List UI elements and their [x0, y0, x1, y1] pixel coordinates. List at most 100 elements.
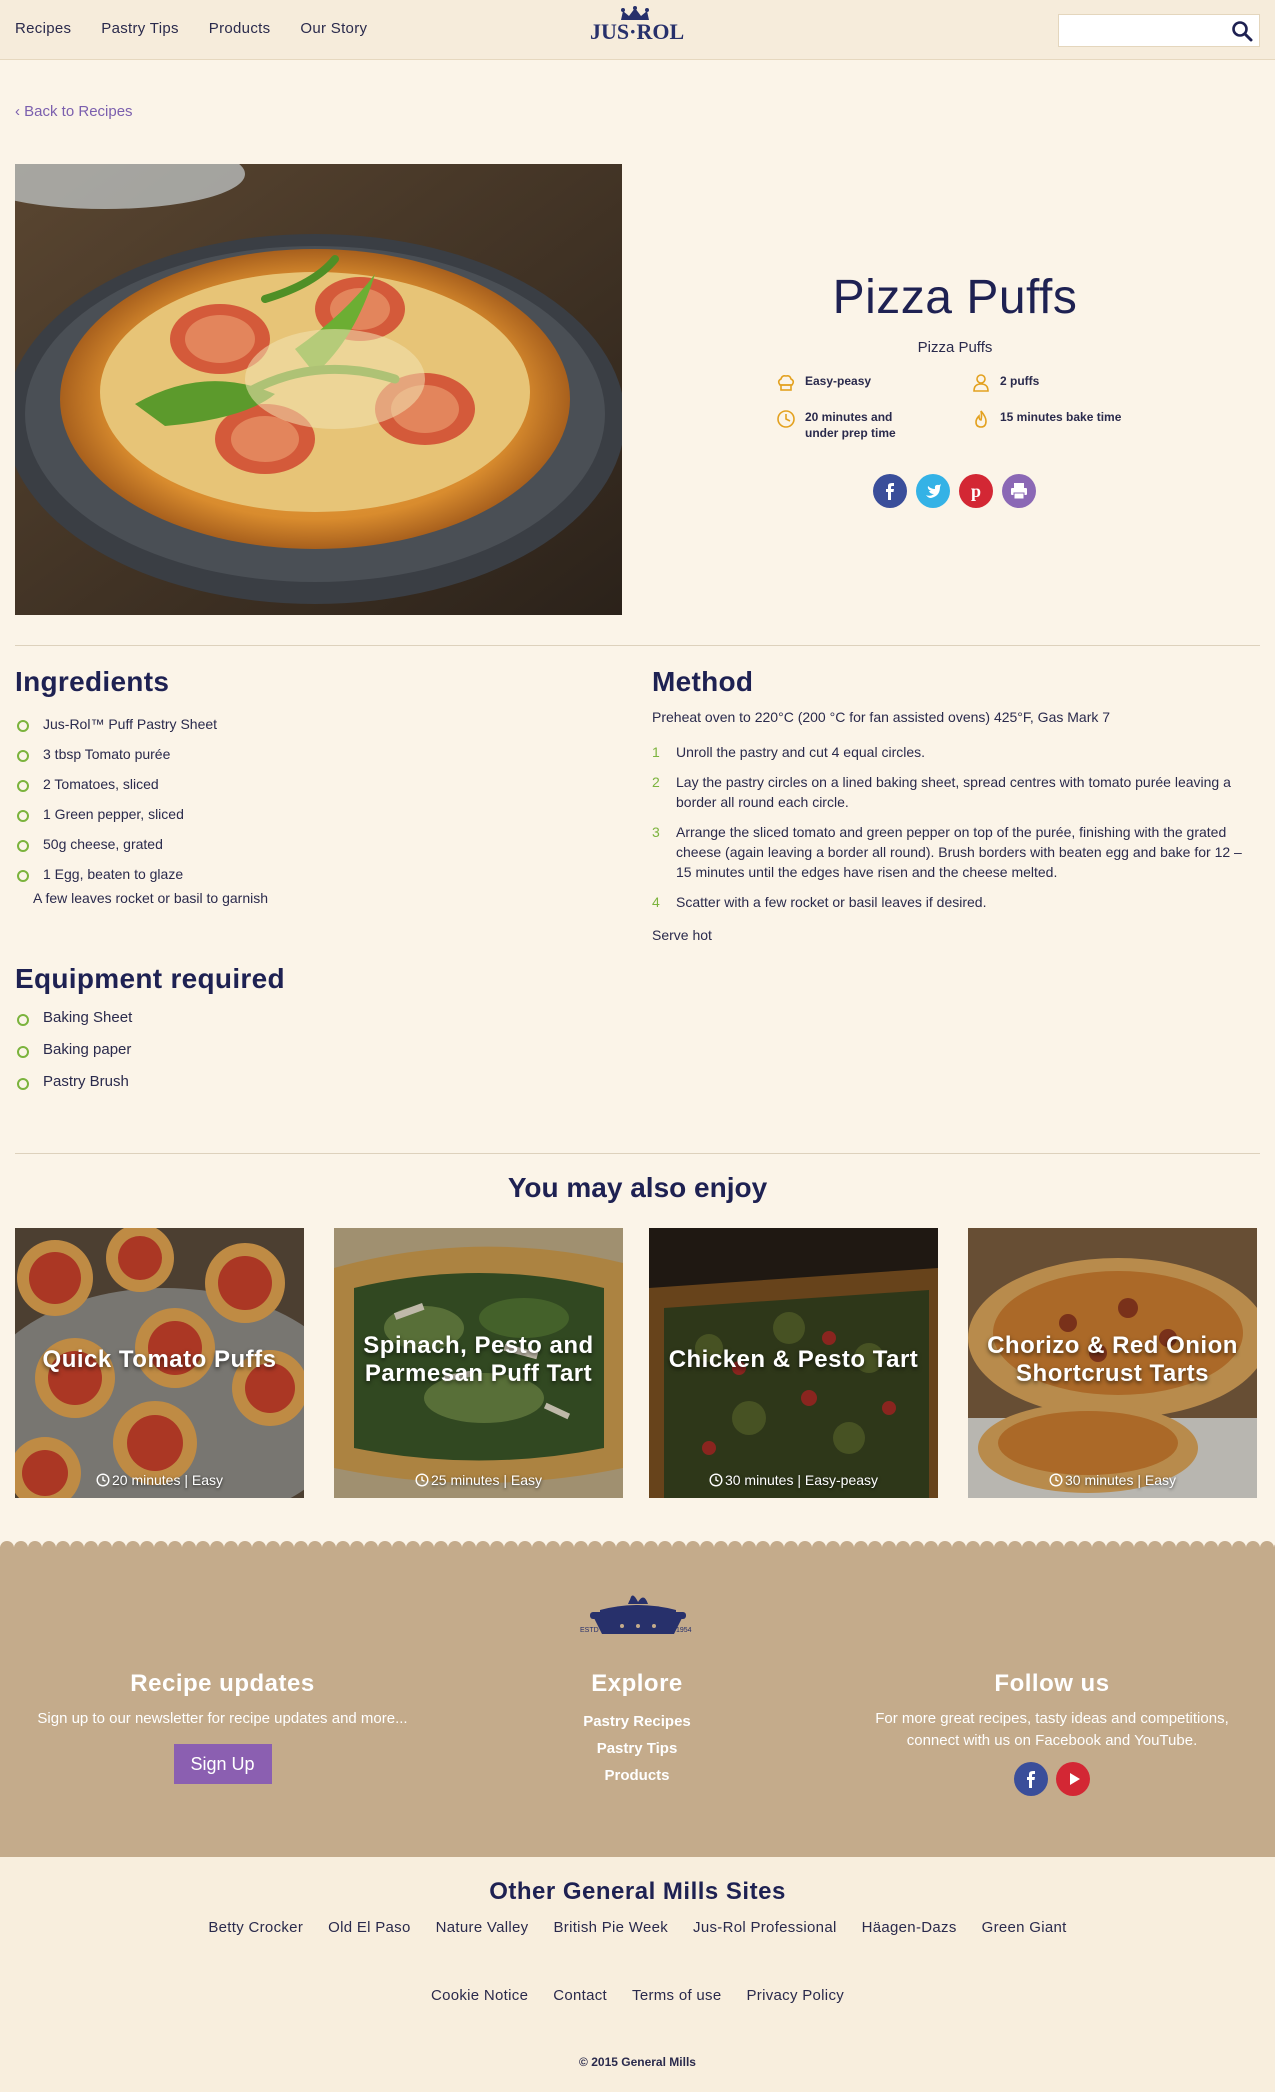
recipe-title: Pizza Puffs — [832, 271, 1078, 324]
footer-link-pastry-tips[interactable]: Pastry Tips — [537, 1735, 737, 1762]
recipe-updates-text: Sign up to our newsletter for recipe upd… — [37, 1710, 408, 1727]
related-card-chicken-pesto-tart[interactable]: Chicken & Pesto Tart 30 minutes | Easy-p… — [649, 1228, 938, 1498]
follow-us-text: For more great recipes, tasty ideas and … — [875, 1710, 1229, 1749]
nav-products[interactable]: Products — [209, 20, 271, 37]
method-heading: Method — [652, 666, 754, 697]
step-text: Scatter with a few rocket or basil leave… — [676, 894, 987, 910]
pie-dish-logo: ESTD 1954 — [580, 1595, 692, 1634]
legal-links: Cookie Notice Contact Terms of use Priva… — [0, 1987, 1275, 2004]
nav-our-story[interactable]: Our Story — [300, 20, 367, 37]
ingredients-heading: Ingredients — [15, 666, 170, 697]
search-input[interactable] — [1059, 15, 1219, 46]
step-text: Unroll the pastry and cut 4 equal circle… — [676, 744, 926, 760]
flame-icon — [975, 410, 987, 428]
card-meta: 30 minutes | Easy — [968, 1472, 1257, 1488]
related-heading: You may also enjoy — [507, 1172, 768, 1203]
youtube-icon[interactable] — [1056, 1762, 1090, 1796]
gm-link-betty-crocker[interactable]: Betty Crocker — [208, 1919, 303, 1936]
copyright: © 2015 General Mills — [579, 2055, 696, 2069]
nav-recipes[interactable]: Recipes — [15, 20, 71, 37]
method-step: 3 Arrange the sliced tomato and green pep… — [652, 822, 1257, 882]
sign-up-button[interactable]: Sign Up — [173, 1744, 272, 1784]
ingredient-item: 50g cheese, grated — [15, 829, 615, 859]
follow-us-heading: Follow us — [994, 1670, 1110, 1697]
equipment-heading: Equipment required — [15, 963, 285, 994]
section-divider — [15, 1153, 1260, 1154]
general-mills-links: Betty Crocker Old El Paso Nature Valley … — [0, 1919, 1275, 1936]
serves-meta: 2 puffs — [971, 373, 1110, 393]
card-meta: 30 minutes | Easy-peasy — [649, 1472, 938, 1488]
recipe-title-block: Pizza Puffs Pizza Puffs — [730, 270, 1180, 356]
logo-estd: ESTD — [580, 1627, 599, 1634]
card-meta: 25 minutes | Easy — [334, 1472, 623, 1488]
ingredient-item: Jus-Rol™ Puff Pastry Sheet — [15, 709, 615, 739]
footer-link-pastry-recipes[interactable]: Pastry Recipes — [537, 1708, 737, 1735]
nav-pastry-tips[interactable]: Pastry Tips — [101, 20, 179, 37]
clock-icon — [709, 1473, 723, 1487]
card-meta: 20 minutes | Easy — [15, 1472, 304, 1488]
site-header: Recipes Pastry Tips Products Our Story J… — [0, 0, 1275, 60]
related-recipes: Quick Tomato Puffs 20 minutes | Easy Spi… — [15, 1228, 1260, 1498]
card-title: Quick Tomato Puffs — [42, 1346, 277, 1373]
facebook-icon[interactable] — [1014, 1762, 1048, 1796]
method-step: 1 Unroll the pastry and cut 4 equal circl… — [652, 742, 1257, 762]
gm-link-nature-valley[interactable]: Nature Valley — [436, 1919, 529, 1936]
gm-link-haagen-dazs[interactable]: Häagen-Dazs — [862, 1919, 957, 1936]
chef-hat-icon — [777, 375, 795, 391]
facebook-icon[interactable] — [873, 474, 907, 508]
step-text: Arrange the sliced tomato and green pepp… — [676, 824, 1242, 880]
explore-column: Explore Pastry Recipes Pastry Tips Produ… — [537, 1670, 737, 1789]
gm-link-british-pie-week[interactable]: British Pie Week — [553, 1919, 668, 1936]
method-steps: 1 Unroll the pastry and cut 4 equal circl… — [652, 742, 1257, 922]
equipment-list: Baking Sheet Baking paper Pastry Brush — [15, 1002, 615, 1098]
cookie-notice-link[interactable]: Cookie Notice — [431, 1987, 528, 2004]
related-card-chorizo-red-onion-tarts[interactable]: Chorizo & Red Onion Shortcrust Tarts 30 … — [968, 1228, 1257, 1498]
main-nav: Recipes Pastry Tips Products Our Story — [15, 20, 367, 37]
method-step: 4 Scatter with a few rocket or basil leav… — [652, 892, 1257, 912]
clock-icon — [96, 1473, 110, 1487]
prep-time-meta: 20 minutes and under prep time — [776, 409, 915, 441]
twitter-icon[interactable] — [916, 474, 950, 508]
step-number: 1 — [652, 744, 660, 760]
gm-link-jusrol-professional[interactable]: Jus-Rol Professional — [693, 1919, 837, 1936]
footer-link-products[interactable]: Products — [537, 1762, 737, 1789]
bake-time-meta: 15 minutes bake time — [971, 409, 1150, 429]
recipe-subtitle: Pizza Puffs — [917, 339, 993, 356]
ingredient-garnish: A few leaves rocket or basil to garnish — [33, 890, 269, 906]
ingredients-list: Jus-Rol™ Puff Pastry Sheet 3 tbsp Tomato… — [15, 709, 615, 889]
related-card-quick-tomato-puffs[interactable]: Quick Tomato Puffs 20 minutes | Easy — [15, 1228, 304, 1498]
recipe-hero-image — [15, 164, 622, 615]
recipe-updates-heading: Recipe updates — [130, 1670, 315, 1697]
step-number: 4 — [652, 894, 660, 910]
search-icon[interactable] — [1231, 20, 1253, 42]
gm-link-green-giant[interactable]: Green Giant — [982, 1919, 1067, 1936]
jusrol-logo[interactable]: JUS·ROL — [590, 6, 684, 54]
gm-link-old-el-paso[interactable]: Old El Paso — [328, 1919, 411, 1936]
contact-link[interactable]: Contact — [553, 1987, 607, 2004]
clock-icon — [777, 410, 795, 428]
terms-of-use-link[interactable]: Terms of use — [632, 1987, 721, 2004]
ingredient-item: 1 Green pepper, sliced — [15, 799, 615, 829]
equipment-item: Baking paper — [15, 1034, 615, 1066]
follow-us-column: Follow us For more great recipes, tasty … — [862, 1670, 1242, 1796]
card-title: Chicken & Pesto Tart — [668, 1346, 919, 1373]
serve-note: Serve hot — [652, 927, 712, 943]
method-intro: Preheat oven to 220°C (200 °C for fan as… — [652, 709, 1111, 725]
related-card-spinach-pesto-tart[interactable]: Spinach, Pesto and Parmesan Puff Tart 25… — [334, 1228, 623, 1498]
equipment-item: Pastry Brush — [15, 1066, 615, 1098]
print-icon[interactable] — [1002, 474, 1036, 508]
pinterest-icon[interactable]: p — [959, 474, 993, 508]
method-step: 2 Lay the pastry circles on a lined bakin… — [652, 772, 1257, 812]
search-box — [1058, 14, 1260, 47]
ingredient-item: 2 Tomatoes, sliced — [15, 769, 615, 799]
clock-icon — [415, 1473, 429, 1487]
ingredient-item: 1 Egg, beaten to glaze — [15, 859, 615, 889]
chevron-left-icon: ‹ — [15, 103, 20, 120]
share-buttons: p — [873, 474, 1036, 508]
difficulty-meta: Easy-peasy — [776, 373, 915, 393]
privacy-policy-link[interactable]: Privacy Policy — [746, 1987, 844, 2004]
back-to-recipes-link[interactable]: ‹ Back to Recipes — [15, 103, 133, 120]
section-divider — [15, 645, 1260, 646]
step-number: 3 — [652, 824, 660, 840]
svg-text:p: p — [971, 481, 981, 501]
